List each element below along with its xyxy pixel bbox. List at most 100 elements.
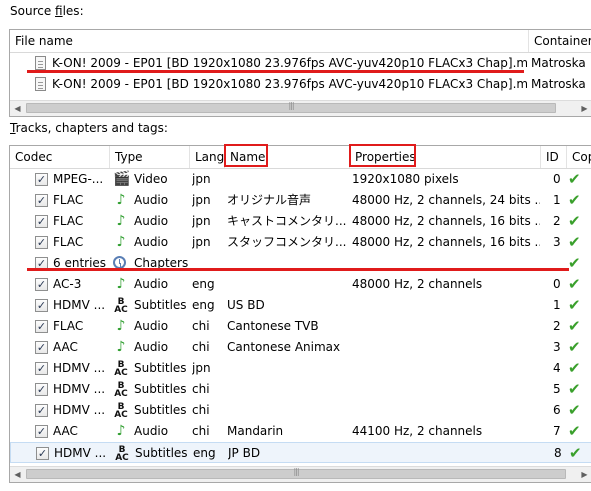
track-checkbox[interactable]: ✓ bbox=[35, 341, 48, 354]
subtitles-icon: B AC bbox=[114, 360, 128, 378]
track-type: Chapters bbox=[134, 256, 189, 270]
track-checkbox[interactable]: ✓ bbox=[35, 194, 48, 207]
track-row[interactable]: ✓ MPEG-... 🎬 Video jpn 1920x1080 pixels 0 ✔ bbox=[10, 169, 591, 190]
track-codec: FLAC bbox=[53, 235, 84, 249]
track-id: 0 bbox=[553, 172, 561, 186]
file-row[interactable]: K-ON! 2009 - EP01 [BD 1920x1080 23.976fp… bbox=[10, 74, 591, 95]
track-row[interactable]: ✓ AAC ♪ Audio chi Cantonese Animax 3 ✔ bbox=[10, 337, 591, 358]
track-codec: HDMV ... bbox=[53, 382, 106, 396]
files-scroll-thumb[interactable] bbox=[26, 103, 556, 113]
tracks-list[interactable]: Codec Type Langu Name Properties ID Copy… bbox=[9, 145, 591, 483]
track-properties bbox=[352, 316, 540, 337]
track-checkbox[interactable]: ✓ bbox=[36, 447, 49, 460]
copy-check-icon: ✔ bbox=[568, 338, 581, 356]
file-row[interactable]: K-ON! 2009 - EP01 [BD 1920x1080 23.976fp… bbox=[10, 53, 591, 74]
track-checkbox[interactable]: ✓ bbox=[35, 320, 48, 333]
copy-check-icon: ✔ bbox=[568, 380, 581, 398]
track-checkbox[interactable]: ✓ bbox=[35, 425, 48, 438]
track-codec: HDMV ... bbox=[53, 298, 106, 312]
track-language: jpn bbox=[192, 214, 211, 228]
track-row[interactable]: ✓ HDMV ... B AC Subtitles chi 5 ✔ bbox=[10, 379, 591, 400]
track-checkbox[interactable]: ✓ bbox=[35, 236, 48, 249]
copy-check-icon: ✔ bbox=[568, 170, 581, 188]
track-id: 2 bbox=[553, 319, 561, 333]
track-type: Subtitles bbox=[134, 298, 187, 312]
track-codec: HDMV ... bbox=[53, 361, 106, 375]
scroll-right-icon[interactable]: ▶ bbox=[577, 101, 591, 116]
track-row[interactable]: ✓ AAC ♪ Audio chi Mandarin 44100 Hz, 2 channel… bbox=[10, 421, 591, 442]
scroll-left-icon[interactable]: ◀ bbox=[10, 467, 25, 482]
column-file-name[interactable]: File name bbox=[10, 30, 529, 52]
track-properties bbox=[352, 358, 540, 379]
track-checkbox[interactable]: ✓ bbox=[35, 404, 48, 417]
source-files-header: File name Container bbox=[10, 30, 591, 53]
column-language[interactable]: Langu bbox=[190, 146, 225, 168]
track-language: chi bbox=[192, 403, 210, 417]
track-id: 1 bbox=[553, 298, 561, 312]
track-row[interactable]: ✓ FLAC ♪ Audio jpn オリジナル音声 48000 Hz, 2 channel… bbox=[10, 190, 591, 211]
subtitles-icon: B AC bbox=[114, 402, 128, 420]
track-row[interactable]: ✓ FLAC ♪ Audio jpn スタッフコメンタリ... 48000 Hz, 2 ch… bbox=[10, 232, 591, 253]
column-codec[interactable]: Codec bbox=[10, 146, 110, 168]
track-type: Audio bbox=[134, 214, 169, 228]
source-files-list[interactable]: File name Container K-ON! 2009 - EP01 [B… bbox=[9, 29, 591, 117]
track-type: Audio bbox=[134, 193, 169, 207]
track-checkbox[interactable]: ✓ bbox=[35, 257, 48, 270]
track-row[interactable]: ✓ AC-3 ♪ Audio eng 48000 Hz, 2 channels 0 ✔ bbox=[10, 274, 591, 295]
track-id: 6 bbox=[553, 403, 561, 417]
column-id[interactable]: ID bbox=[541, 146, 567, 168]
track-properties bbox=[352, 379, 540, 400]
track-id: 5 bbox=[553, 382, 561, 396]
track-id: 0 bbox=[553, 277, 561, 291]
track-codec: MPEG-... bbox=[53, 172, 104, 186]
column-name[interactable]: Name bbox=[225, 146, 350, 168]
scroll-left-icon[interactable]: ◀ bbox=[10, 101, 25, 116]
column-copy[interactable]: Copy bbox=[567, 146, 591, 168]
subtitles-icon: B AC bbox=[114, 297, 128, 315]
track-codec: FLAC bbox=[53, 319, 84, 333]
column-container[interactable]: Container bbox=[529, 30, 591, 52]
track-name: Mandarin bbox=[227, 424, 284, 438]
track-name bbox=[227, 358, 349, 379]
track-row[interactable]: ✓ HDMV ... B AC Subtitles eng JP BD 8 ✔ bbox=[10, 442, 591, 463]
track-properties bbox=[352, 253, 540, 274]
tracks-horizontal-scrollbar[interactable]: ◀ ▶ bbox=[10, 466, 591, 482]
tracks-label: Tracks, chapters and tags: bbox=[10, 121, 168, 135]
track-type: Subtitles bbox=[134, 403, 187, 417]
subtitles-icon: B AC bbox=[115, 445, 129, 463]
track-checkbox[interactable]: ✓ bbox=[35, 383, 48, 396]
track-id: 3 bbox=[553, 340, 561, 354]
scroll-right-icon[interactable]: ▶ bbox=[577, 467, 591, 482]
track-name bbox=[227, 169, 349, 190]
video-icon: 🎬 bbox=[113, 171, 131, 187]
track-row[interactable]: ✓ HDMV ... B AC Subtitles eng US BD 1 ✔ bbox=[10, 295, 591, 316]
track-checkbox[interactable]: ✓ bbox=[35, 278, 48, 291]
track-checkbox[interactable]: ✓ bbox=[35, 173, 48, 186]
track-row[interactable]: ✓ HDMV ... B AC Subtitles jpn 4 ✔ bbox=[10, 358, 591, 379]
track-codec: AAC bbox=[53, 424, 78, 438]
track-id: 7 bbox=[553, 424, 561, 438]
files-horizontal-scrollbar[interactable]: ◀ ▶ bbox=[10, 100, 591, 116]
track-codec: 6 entries bbox=[53, 256, 107, 270]
track-codec: AAC bbox=[53, 340, 78, 354]
track-type: Audio bbox=[134, 424, 169, 438]
track-checkbox[interactable]: ✓ bbox=[35, 299, 48, 312]
track-checkbox[interactable]: ✓ bbox=[35, 215, 48, 228]
track-type: Subtitles bbox=[135, 446, 188, 460]
track-row[interactable]: ✓ FLAC ♪ Audio chi Cantonese TVB 2 ✔ bbox=[10, 316, 591, 337]
tracks-scroll-thumb[interactable] bbox=[26, 469, 566, 479]
track-type: Audio bbox=[134, 235, 169, 249]
column-properties[interactable]: Properties bbox=[350, 146, 541, 168]
track-checkbox[interactable]: ✓ bbox=[35, 362, 48, 375]
track-language: jpn bbox=[192, 235, 211, 249]
copy-check-icon: ✔ bbox=[568, 233, 581, 251]
track-row[interactable]: ✓ 6 entries Chapters ✔ bbox=[10, 253, 591, 274]
copy-check-icon: ✔ bbox=[568, 254, 581, 272]
track-name bbox=[227, 253, 349, 274]
column-type[interactable]: Type bbox=[110, 146, 190, 168]
track-language: jpn bbox=[192, 193, 211, 207]
audio-icon: ♪ bbox=[116, 339, 126, 355]
track-row[interactable]: ✓ FLAC ♪ Audio jpn キャストコメンタリ... 48000 Hz, 2 ch… bbox=[10, 211, 591, 232]
track-row[interactable]: ✓ HDMV ... B AC Subtitles chi 6 ✔ bbox=[10, 400, 591, 421]
track-codec: HDMV ... bbox=[54, 446, 107, 460]
